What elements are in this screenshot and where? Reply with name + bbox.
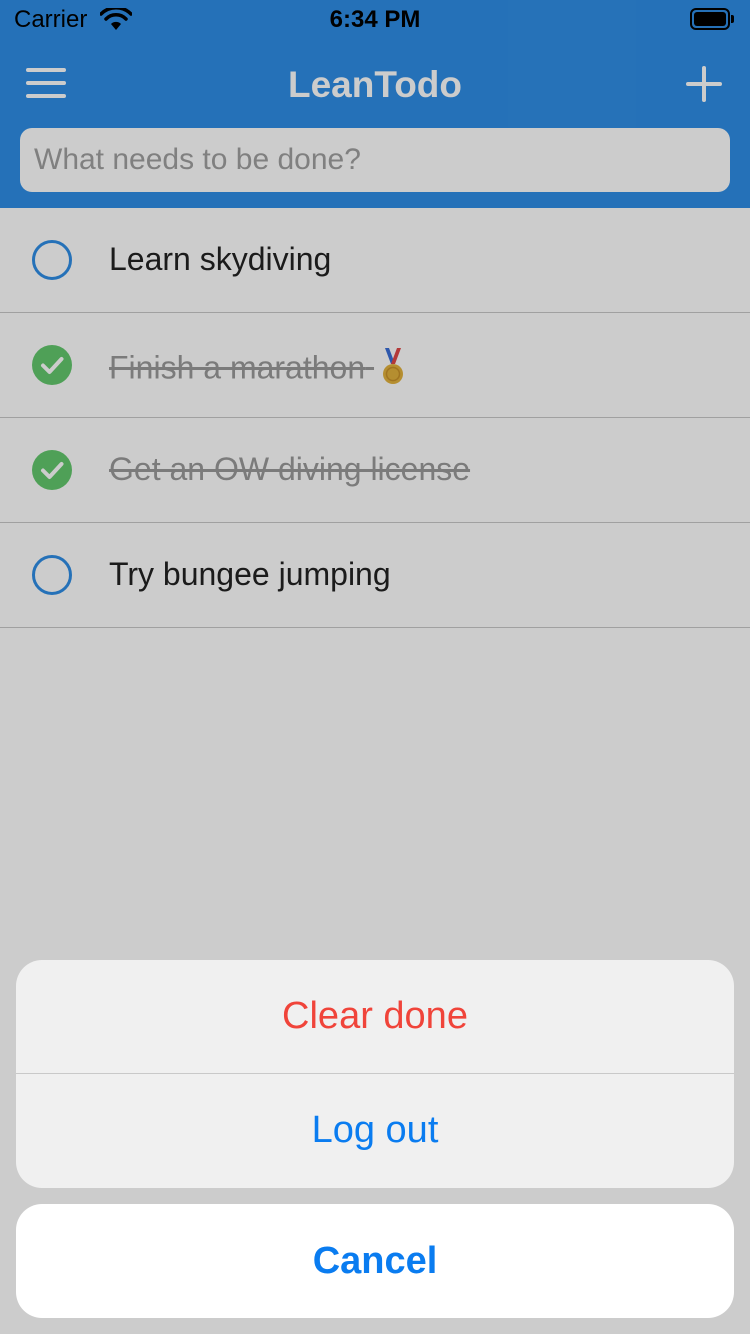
cancel-button[interactable]: Cancel — [16, 1204, 734, 1318]
clear-done-button[interactable]: Clear done — [16, 960, 734, 1073]
log-out-button[interactable]: Log out — [16, 1074, 734, 1187]
action-sheet: Clear done Log out — [16, 960, 734, 1188]
